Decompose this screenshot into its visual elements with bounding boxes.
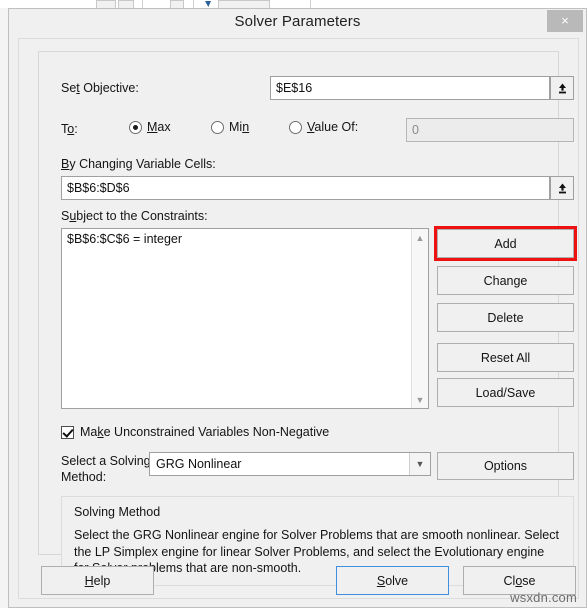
excel-toolbar-divider xyxy=(142,0,143,8)
add-constraint-button[interactable]: Add xyxy=(437,229,574,258)
solving-method-select[interactable]: GRG Nonlinear ▼ xyxy=(149,452,431,476)
nonnegative-checkbox[interactable]: Make Unconstrained Variables Non-Negativ… xyxy=(61,425,329,439)
delete-constraint-label: Delete xyxy=(487,310,524,325)
options-button-label: Options xyxy=(483,459,528,473)
variable-cells-input[interactable]: $B$6:$D$6 xyxy=(61,176,550,200)
radio-min-label: Min xyxy=(229,120,250,134)
dialog-title: Solver Parameters xyxy=(234,13,361,30)
solve-button[interactable]: Solve xyxy=(336,566,449,595)
radio-max-indicator xyxy=(129,120,142,134)
load-save-label: Load/Save xyxy=(475,385,536,400)
constraints-listbox[interactable]: $B$6:$C$6 = integer ▲ ▼ xyxy=(61,228,429,409)
solving-method-description-title: Solving Method xyxy=(74,505,161,519)
change-constraint-label: Change xyxy=(483,273,528,288)
radio-value-of-label: Value Of: xyxy=(307,120,359,134)
set-objective-label: Set Objective: xyxy=(61,81,139,95)
help-button[interactable]: Help xyxy=(41,566,154,595)
excel-formula-mark-icon xyxy=(205,1,211,7)
list-item[interactable]: $B$6:$C$6 = integer xyxy=(62,229,428,246)
radio-min[interactable]: Min xyxy=(211,120,249,134)
dialog-inner-panel: Set Objective: $E$16 To: Max Min Value O… xyxy=(38,51,577,586)
chevron-down-icon[interactable]: ▼ xyxy=(409,453,430,475)
solver-parameters-dialog: Solver Parameters × Set Objective: $E$16… xyxy=(8,8,587,608)
nonnegative-checkbox-indicator xyxy=(61,425,74,439)
chevron-down-icon[interactable]: ▼ xyxy=(412,391,428,408)
solving-method-label-line1: Select a Solving xyxy=(61,454,151,468)
solving-method-label-line2: Method: xyxy=(61,470,107,484)
radio-value-of[interactable]: Value Of: xyxy=(289,120,358,134)
cell-picker-up-arrow-icon[interactable] xyxy=(550,176,574,200)
reset-all-button[interactable]: Reset All xyxy=(437,343,574,372)
value-of-input[interactable]: 0 xyxy=(406,118,574,142)
load-save-button[interactable]: Load/Save xyxy=(437,378,574,407)
radio-max[interactable]: Max xyxy=(129,120,171,134)
solve-button-label: Solve xyxy=(376,573,409,588)
delete-constraint-button[interactable]: Delete xyxy=(437,303,574,332)
nonnegative-checkbox-label: Make Unconstrained Variables Non-Negativ… xyxy=(80,425,330,439)
change-constraint-button[interactable]: Change xyxy=(437,266,574,295)
radio-min-indicator xyxy=(211,120,224,134)
to-label: To: xyxy=(61,122,78,136)
options-button[interactable]: Options xyxy=(437,452,574,480)
constraints-label: Subject to the Constraints: xyxy=(61,209,208,223)
reset-all-label: Reset All xyxy=(480,350,531,365)
help-button-label: Help xyxy=(84,573,111,588)
radio-value-of-indicator xyxy=(289,120,302,134)
dialog-titlebar[interactable]: Solver Parameters × xyxy=(9,9,586,38)
radio-max-label: Max xyxy=(147,120,171,134)
cell-picker-up-arrow-icon[interactable] xyxy=(550,76,574,100)
dialog-client-area: Set Objective: $E$16 To: Max Min Value O… xyxy=(18,38,579,599)
chevron-up-icon[interactable]: ▲ xyxy=(412,229,428,246)
excel-toolbar-divider xyxy=(310,0,311,8)
close-button-label: Close xyxy=(503,573,536,588)
solving-method-selected-value: GRG Nonlinear xyxy=(156,457,242,471)
constraints-scrollbar[interactable]: ▲ ▼ xyxy=(411,229,428,408)
add-constraint-label: Add xyxy=(494,236,517,251)
excel-toolbar-divider xyxy=(193,0,194,8)
close-icon[interactable]: × xyxy=(547,10,583,32)
variable-cells-label: By Changing Variable Cells: xyxy=(61,157,216,171)
set-objective-input[interactable]: $E$16 xyxy=(270,76,550,100)
watermark: wsxdn.com xyxy=(510,590,577,605)
